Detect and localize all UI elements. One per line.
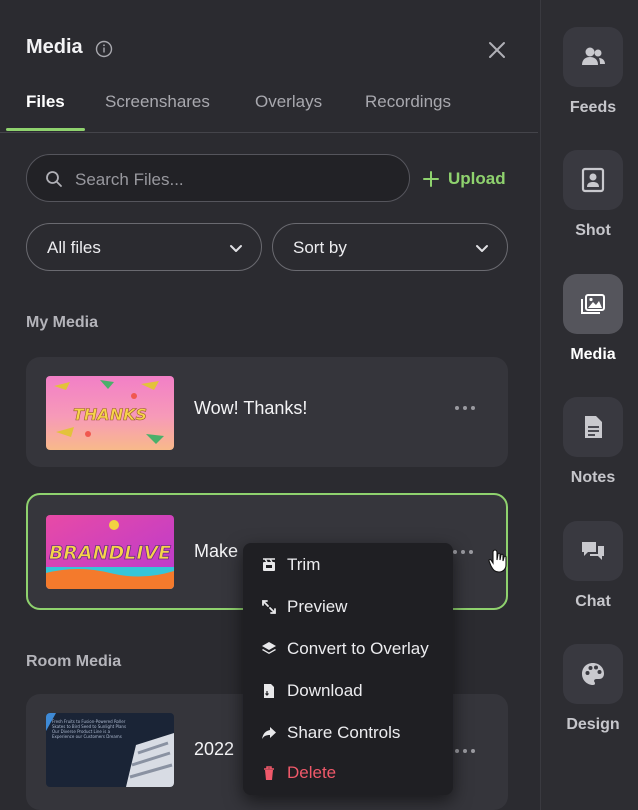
menu-item-label: Share Controls [287, 723, 401, 742]
close-icon[interactable] [486, 39, 508, 61]
document-icon [585, 416, 602, 438]
rail-item-design[interactable]: Design [541, 644, 638, 754]
right-nav-rail: Feeds Shot Media Notes Chat Design [540, 0, 638, 810]
media-thumbnail: THANKS [46, 376, 174, 450]
chevron-down-icon [230, 245, 242, 252]
menu-item-label: Download [287, 681, 363, 700]
more-icon[interactable] [454, 403, 476, 413]
upload-button[interactable]: Upload [422, 166, 506, 192]
section-heading-room-media: Room Media [26, 653, 122, 670]
media-thumbnail: Fresh Fruits to Fusion-Powered Roller Sk… [46, 713, 174, 787]
plus-icon [423, 171, 439, 187]
portrait-icon [581, 167, 605, 193]
menu-item-trim[interactable]: Trim [243, 545, 453, 585]
hand-cursor-icon [488, 549, 507, 573]
tab-recordings[interactable]: Recordings [365, 92, 451, 112]
panel-title: Media [26, 36, 83, 58]
context-menu: Trim Preview Convert to Overlay Download [243, 543, 453, 795]
upload-label: Upload [448, 169, 506, 188]
rail-item-chat[interactable]: Chat [541, 521, 638, 631]
menu-item-preview[interactable]: Preview [243, 587, 453, 627]
menu-item-label: Convert to Overlay [287, 639, 429, 658]
media-name: Make [194, 541, 239, 561]
trash-icon [264, 766, 274, 780]
search-field[interactable] [26, 154, 410, 202]
rail-label: Design [566, 716, 620, 733]
images-icon [581, 294, 605, 314]
expand-icon [262, 600, 276, 614]
tab-overlays[interactable]: Overlays [255, 92, 322, 112]
more-icon[interactable] [454, 746, 476, 756]
media-name: Wow! Thanks! [194, 398, 308, 418]
media-card[interactable]: THANKS Wow! Thanks! [26, 357, 508, 467]
menu-item-convert-to-overlay[interactable]: Convert to Overlay [243, 629, 453, 669]
rail-item-media[interactable]: Media [541, 274, 638, 384]
users-icon [582, 47, 605, 65]
media-name: 2022 [194, 739, 235, 759]
file-icon [264, 684, 274, 698]
rail-label: Media [570, 346, 616, 363]
tab-screenshares[interactable]: Screenshares [105, 92, 210, 112]
thumbnail-text: BRANDLIVE [49, 542, 171, 564]
rail-label: Notes [570, 469, 616, 486]
menu-item-label: Trim [287, 555, 321, 574]
rail-item-notes[interactable]: Notes [541, 397, 638, 507]
chat-icon [582, 542, 604, 560]
share-icon [262, 727, 276, 739]
tab-bar: Files Screenshares Overlays Recordings [0, 80, 538, 133]
menu-item-label: Preview [287, 597, 348, 616]
rail-label: Feeds [569, 99, 617, 116]
rail-label: Chat [575, 593, 611, 610]
chevron-down-icon [476, 245, 488, 252]
thumbnail-text: Fresh Fruits to Fusion-Powered Roller Sk… [52, 719, 127, 739]
more-icon[interactable] [452, 547, 474, 557]
search-icon [46, 171, 62, 187]
filter-select-value: All files [47, 238, 101, 257]
layers-icon [262, 642, 276, 654]
media-panel: Media Files Screenshares Overlays Record… [0, 0, 538, 810]
trim-icon [263, 558, 275, 571]
info-icon[interactable] [95, 40, 113, 58]
search-input[interactable] [73, 165, 397, 195]
rail-label: Shot [575, 222, 611, 239]
filter-select[interactable]: All files [26, 223, 262, 271]
rail-item-shot[interactable]: Shot [541, 150, 638, 260]
menu-item-download[interactable]: Download [243, 671, 453, 711]
active-tab-indicator [6, 128, 85, 131]
menu-item-share-controls[interactable]: Share Controls [243, 713, 453, 753]
menu-item-label: Delete [287, 763, 337, 782]
rail-item-feeds[interactable]: Feeds [541, 27, 638, 137]
media-thumbnail: BRANDLIVE [46, 515, 174, 589]
section-heading-my-media: My Media [26, 314, 99, 331]
thumbnail-text: THANKS [73, 405, 147, 424]
sort-select[interactable]: Sort by [272, 223, 508, 271]
menu-item-delete[interactable]: Delete [243, 753, 453, 793]
sort-select-value: Sort by [293, 238, 347, 257]
palette-icon [582, 663, 604, 685]
tab-files[interactable]: Files [26, 92, 65, 112]
